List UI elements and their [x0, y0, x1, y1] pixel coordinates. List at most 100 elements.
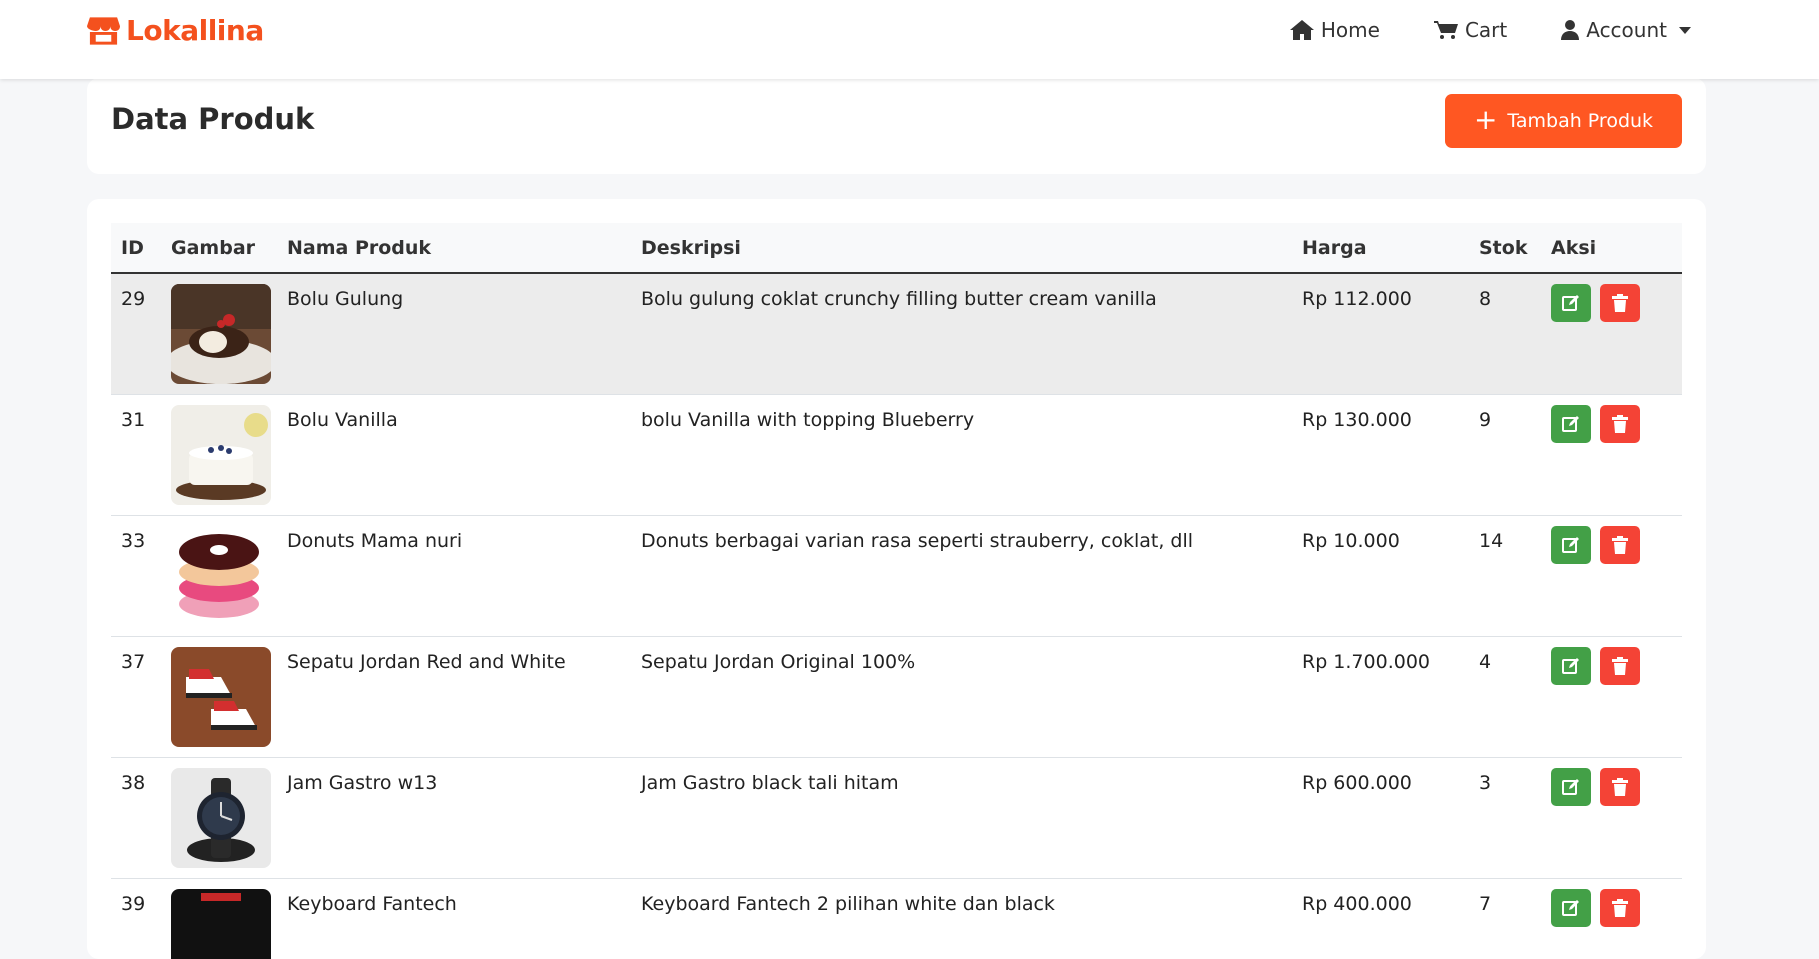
cell-actions — [1541, 273, 1682, 394]
cell-name: Keyboard Fantech — [277, 878, 631, 959]
cell-stock: 4 — [1469, 636, 1541, 757]
delete-button[interactable] — [1600, 889, 1640, 927]
page-title: Data Produk — [111, 102, 314, 136]
cell-price: Rp 130.000 — [1292, 394, 1469, 515]
delete-button[interactable] — [1600, 526, 1640, 564]
edit-button[interactable] — [1551, 768, 1591, 806]
cell-description: bolu Vanilla with topping Blueberry — [631, 394, 1292, 515]
cell-id: 29 — [111, 273, 161, 394]
home-icon — [1290, 20, 1314, 40]
plus-icon: + — [1474, 106, 1497, 134]
cell-id: 33 — [111, 515, 161, 636]
product-image — [171, 526, 271, 626]
table-row[interactable]: 39 Keyboard Fantech Keyboard Fantech 2 p… — [111, 878, 1682, 959]
cell-description: Bolu gulung coklat crunchy filling butte… — [631, 273, 1292, 394]
table-row[interactable]: 31 Bolu Vanilla bolu Vanilla — [111, 394, 1682, 515]
cell-price: Rp 112.000 — [1292, 273, 1469, 394]
product-image — [171, 284, 271, 384]
edit-icon — [1562, 536, 1580, 554]
table-row[interactable]: 33 Donuts Mama nuri Donuts b — [111, 515, 1682, 636]
cell-price: Rp 1.700.000 — [1292, 636, 1469, 757]
cell-description: Keyboard Fantech 2 pilihan white dan bla… — [631, 878, 1292, 959]
trash-icon — [1612, 657, 1628, 675]
nav-account-label: Account — [1586, 18, 1667, 42]
cell-name: Sepatu Jordan Red and White — [277, 636, 631, 757]
delete-button[interactable] — [1600, 405, 1640, 443]
trash-icon — [1612, 536, 1628, 554]
cell-image — [161, 394, 277, 515]
cell-description: Donuts berbagai varian rasa seperti stra… — [631, 515, 1292, 636]
edit-button[interactable] — [1551, 405, 1591, 443]
product-image — [171, 405, 271, 505]
cell-stock: 14 — [1469, 515, 1541, 636]
table-row[interactable]: 29 Bolu Gulung — [111, 273, 1682, 394]
cell-name: Donuts Mama nuri — [277, 515, 631, 636]
cell-actions — [1541, 636, 1682, 757]
table-row[interactable]: 38 Jam Gastro w13 — [111, 757, 1682, 878]
nav-home[interactable]: Home — [1290, 18, 1380, 42]
brand-name: Lokallina — [126, 14, 264, 47]
cell-image — [161, 636, 277, 757]
cell-actions — [1541, 515, 1682, 636]
trash-icon — [1612, 778, 1628, 796]
cell-name: Bolu Vanilla — [277, 394, 631, 515]
edit-icon — [1562, 415, 1580, 433]
cell-actions — [1541, 757, 1682, 878]
column-header-name[interactable]: Nama Produk — [277, 223, 631, 273]
cell-stock: 8 — [1469, 273, 1541, 394]
product-image — [171, 647, 271, 747]
column-header-actions[interactable]: Aksi — [1541, 223, 1682, 273]
cell-stock: 7 — [1469, 878, 1541, 959]
table-row[interactable]: 37 Sepatu Jordan Red — [111, 636, 1682, 757]
cell-stock: 9 — [1469, 394, 1541, 515]
navbar: Lokallina Home Cart Account — [0, 0, 1819, 79]
edit-icon — [1562, 294, 1580, 312]
column-header-price[interactable]: Harga — [1292, 223, 1469, 273]
delete-button[interactable] — [1600, 647, 1640, 685]
delete-button[interactable] — [1600, 284, 1640, 322]
cell-actions — [1541, 394, 1682, 515]
product-image — [171, 889, 271, 959]
chevron-down-icon — [1679, 27, 1691, 34]
trash-icon — [1612, 294, 1628, 312]
nav-home-label: Home — [1321, 18, 1380, 42]
edit-icon — [1562, 657, 1580, 675]
cell-price: Rp 10.000 — [1292, 515, 1469, 636]
cell-id: 31 — [111, 394, 161, 515]
nav-cart-label: Cart — [1465, 18, 1507, 42]
edit-icon — [1562, 899, 1580, 917]
cell-image — [161, 757, 277, 878]
trash-icon — [1612, 415, 1628, 433]
edit-button[interactable] — [1551, 889, 1591, 927]
add-product-button[interactable]: + Tambah Produk — [1445, 94, 1682, 148]
cell-actions — [1541, 878, 1682, 959]
cell-id: 37 — [111, 636, 161, 757]
column-header-stock[interactable]: Stok — [1469, 223, 1541, 273]
cell-id: 38 — [111, 757, 161, 878]
cell-stock: 3 — [1469, 757, 1541, 878]
edit-button[interactable] — [1551, 284, 1591, 322]
cell-description: Jam Gastro black tali hitam — [631, 757, 1292, 878]
edit-icon — [1562, 778, 1580, 796]
column-header-id[interactable]: ID — [111, 223, 161, 273]
user-icon — [1561, 20, 1579, 40]
cell-price: Rp 400.000 — [1292, 878, 1469, 959]
cell-name: Bolu Gulung — [277, 273, 631, 394]
column-header-image[interactable]: Gambar — [161, 223, 277, 273]
brand-logo[interactable]: Lokallina — [87, 14, 264, 47]
table-header-row: ID Gambar Nama Produk Deskripsi Harga St… — [111, 223, 1682, 273]
delete-button[interactable] — [1600, 768, 1640, 806]
cell-name: Jam Gastro w13 — [277, 757, 631, 878]
cell-description: Sepatu Jordan Original 100% — [631, 636, 1292, 757]
product-table-card: ID Gambar Nama Produk Deskripsi Harga St… — [87, 199, 1706, 959]
store-icon — [87, 15, 120, 47]
edit-button[interactable] — [1551, 647, 1591, 685]
trash-icon — [1612, 899, 1628, 917]
nav-cart[interactable]: Cart — [1434, 18, 1507, 42]
column-header-description[interactable]: Deskripsi — [631, 223, 1292, 273]
nav-account-dropdown[interactable]: Account — [1561, 18, 1691, 42]
cart-icon — [1434, 20, 1458, 40]
nav-links: Home Cart Account — [1236, 18, 1691, 42]
product-image — [171, 768, 271, 868]
edit-button[interactable] — [1551, 526, 1591, 564]
